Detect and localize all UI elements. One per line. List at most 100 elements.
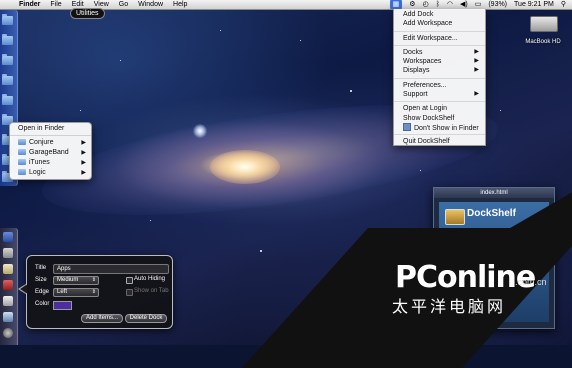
menu-item-edit-workspace[interactable]: Edit Workspace... xyxy=(394,34,485,43)
status-area: ▦ ⚙ ◴ ᛒ ◠ ◀) ▭ (93%) Tue 9:21 PM ⚲ xyxy=(383,0,566,9)
folder-icon[interactable] xyxy=(2,34,13,45)
star xyxy=(260,250,262,252)
open-in-finder-item[interactable]: Open in Finder xyxy=(10,124,91,134)
star xyxy=(300,40,301,41)
add-items-button[interactable]: Add Items... xyxy=(81,314,123,323)
menu-separator xyxy=(10,135,91,136)
dock-settings-panel: Title Apps Size Medium ⇕ Auto Hiding Edge… xyxy=(26,255,173,329)
edge-select[interactable]: Left ⇕ xyxy=(53,288,99,297)
folder-icon[interactable] xyxy=(2,14,13,25)
left-dock-apps xyxy=(0,228,18,345)
menu-item-dont-show-in-finder[interactable]: Don't Show in Finder xyxy=(394,122,485,132)
folder-icon[interactable] xyxy=(2,94,13,105)
volume-icon[interactable]: ◀) xyxy=(460,0,468,9)
updown-arrows-icon: ⇕ xyxy=(91,289,96,295)
battery-icon[interactable]: ▭ xyxy=(475,0,482,9)
utilities-tooltip: Utilities xyxy=(70,8,105,19)
folder-icon[interactable] xyxy=(2,54,13,65)
submenu-arrow-icon: ▶ xyxy=(474,48,479,55)
app-icon[interactable] xyxy=(3,280,13,290)
menu-item-label: Preferences... xyxy=(403,81,447,89)
menu-item-docks[interactable]: Docks ▶ xyxy=(394,48,485,57)
submenu-arrow-icon: ▶ xyxy=(81,150,86,156)
menu-separator xyxy=(394,44,485,46)
submenu-arrow-icon: ▶ xyxy=(474,58,479,65)
menu-item-add-workspace[interactable]: Add Workspace xyxy=(394,19,485,28)
star xyxy=(220,30,221,31)
folder-context-menu: Open in Finder Conjure ▶ GarageBand ▶ iTun… xyxy=(9,122,92,180)
size-select[interactable]: Medium ⇕ xyxy=(53,276,99,285)
folder-icon[interactable] xyxy=(2,74,13,85)
watermark-chinese: 太平洋电脑网 xyxy=(392,297,507,316)
menu-item-label: Show DockShelf xyxy=(403,114,455,122)
app-icon[interactable] xyxy=(3,328,13,338)
show-on-tab-label[interactable]: Show on Tab xyxy=(134,288,169,294)
show-on-tab-checkbox[interactable] xyxy=(126,289,133,296)
wifi-icon[interactable]: ◠ xyxy=(447,0,453,9)
context-item-garageband[interactable]: GarageBand ▶ xyxy=(10,148,91,158)
menu-item-open-at-login[interactable]: Open at Login xyxy=(394,104,485,113)
context-item-itunes[interactable]: iTunes ▶ xyxy=(10,158,91,168)
menu-item-label: Don't Show in Finder xyxy=(414,124,479,132)
dockshelf-menu-icon[interactable]: ▦ xyxy=(389,0,403,9)
folder-icon xyxy=(18,139,26,145)
title-label: Title xyxy=(35,265,47,271)
menu-item-label: Add Workspace xyxy=(403,20,453,28)
bluetooth-icon[interactable]: ᛒ xyxy=(436,0,440,9)
hard-drive-label[interactable]: MacBook HD xyxy=(519,39,567,45)
menu-item-add-dock[interactable]: Add Dock xyxy=(394,10,485,19)
hard-drive-icon[interactable] xyxy=(530,16,558,32)
context-item-logic[interactable]: Logic ▶ xyxy=(10,168,91,178)
color-well[interactable] xyxy=(53,301,72,310)
menu-window[interactable]: Window xyxy=(133,0,168,9)
timemachine-icon[interactable]: ◴ xyxy=(423,0,429,9)
finder-icon xyxy=(403,122,411,131)
watermark-domain: .com.cn xyxy=(515,277,547,287)
menu-item-show-dockshelf[interactable]: Show DockShelf xyxy=(394,114,485,123)
gear-icon[interactable]: ⚙ xyxy=(409,0,415,9)
menu-separator xyxy=(394,30,485,32)
context-item-conjure[interactable]: Conjure ▶ xyxy=(10,138,91,148)
app-icon[interactable] xyxy=(3,296,13,306)
menu-separator xyxy=(394,101,485,103)
app-icon[interactable] xyxy=(3,248,13,258)
context-item-label: GarageBand xyxy=(29,149,69,156)
menu-file[interactable]: File xyxy=(45,0,66,9)
star xyxy=(120,60,121,61)
menu-item-label: Docks xyxy=(403,48,423,56)
size-value: Medium xyxy=(57,277,79,283)
menu-item-label: Edit Workspace... xyxy=(403,34,458,42)
app-icon[interactable] xyxy=(3,232,13,242)
color-label: Color xyxy=(35,301,50,307)
galaxy-core xyxy=(210,150,280,184)
edge-value: Left xyxy=(57,289,68,295)
menu-item-label: Displays xyxy=(403,67,430,75)
folder-icon xyxy=(18,159,26,165)
title-input[interactable]: Apps xyxy=(53,264,169,274)
menu-item-support[interactable]: Support ▶ xyxy=(394,90,485,99)
menu-go[interactable]: Go xyxy=(114,0,133,9)
auto-hiding-checkbox[interactable] xyxy=(126,277,133,284)
submenu-arrow-icon: ▶ xyxy=(81,160,86,166)
menu-item-displays[interactable]: Displays ▶ xyxy=(394,66,485,75)
app-icon[interactable] xyxy=(3,264,13,274)
context-item-label: Conjure xyxy=(29,139,54,146)
dockshelf-menu: Add Dock Add Workspace Edit Workspace...… xyxy=(393,9,486,146)
menu-item-preferences[interactable]: Preferences... xyxy=(394,81,485,90)
menu-item-workspaces[interactable]: Workspaces ▶ xyxy=(394,57,485,66)
delete-dock-button[interactable]: Delete Dock xyxy=(125,314,167,323)
star xyxy=(500,110,501,111)
star xyxy=(150,220,151,221)
menu-separator xyxy=(394,77,485,79)
app-icon[interactable] xyxy=(3,312,13,322)
star xyxy=(350,90,352,92)
size-label: Size xyxy=(35,277,47,283)
menu-finder[interactable]: Finder xyxy=(14,0,45,9)
spotlight-icon[interactable]: ⚲ xyxy=(561,0,566,9)
auto-hiding-label[interactable]: Auto Hiding xyxy=(134,276,165,282)
clock[interactable]: Tue 9:21 PM xyxy=(514,0,554,9)
menu-item-quit[interactable]: Quit DockShelf xyxy=(394,137,485,146)
submenu-arrow-icon: ▶ xyxy=(474,67,479,74)
menu-help[interactable]: Help xyxy=(168,0,192,9)
menu-item-label: Add Dock xyxy=(403,11,434,18)
